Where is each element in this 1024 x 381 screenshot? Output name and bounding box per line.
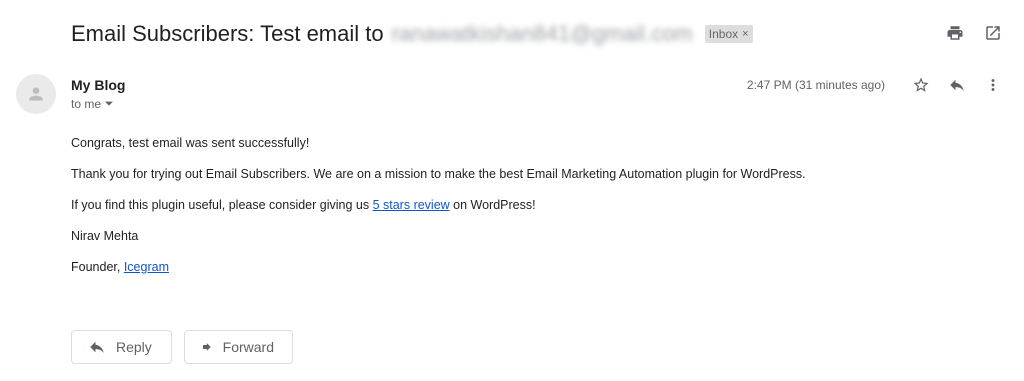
redacted-email-address: ranawatkishan841@gmail.com [391,21,693,46]
signature-name: Nirav Mehta [71,229,139,243]
email-body: Congrats, test email was sent successful… [71,136,806,291]
reply-button[interactable]: Reply [71,330,172,364]
message-timestamp: 2:47 PM (31 minutes ago) [746,78,885,92]
signature-role-line: Founder, Icegram [71,260,806,275]
more-options-icon[interactable] [982,74,1004,96]
body-line-review: If you find this plugin useful, please c… [71,198,806,213]
reply-icon [90,341,104,353]
inbox-label-text: Inbox [708,27,739,41]
sender-name[interactable]: My Blog [71,77,125,93]
message-actions [910,74,1004,96]
body-line-thanks: Thank you for trying out Email Subscribe… [71,167,806,181]
remove-label-icon[interactable]: × [742,28,748,40]
forward-icon [202,343,211,351]
review-text-after: on WordPress! [449,198,536,212]
thread-toolbar [944,22,1004,44]
review-text-before: If you find this plugin useful, please c… [71,198,373,212]
body-line-congrats: Congrats, test email was sent successful… [71,136,310,150]
signature-role: Founder, [71,260,124,274]
email-subject: Email Subscribers: Test email to [71,21,384,46]
recipient-text: to me [71,97,102,111]
person-icon [29,87,43,101]
subject-row: Email Subscribers: Test email to ranawat… [71,18,753,50]
reply-label: Reply [116,339,152,355]
forward-label: Forward [222,339,274,355]
review-link[interactable]: 5 stars review [373,198,450,212]
icegram-link[interactable]: Icegram [124,260,169,274]
chevron-down-icon[interactable] [105,101,114,107]
sender-avatar[interactable] [16,74,56,114]
inbox-label-chip[interactable]: Inbox × [704,25,753,43]
open-in-new-window-icon[interactable] [982,22,1004,44]
reply-icon[interactable] [946,74,968,96]
recipient-details[interactable]: to me [71,97,114,111]
star-icon[interactable] [910,74,932,96]
forward-button[interactable]: Forward [184,330,293,364]
print-icon[interactable] [944,22,966,44]
reply-forward-row: Reply Forward [71,330,293,364]
